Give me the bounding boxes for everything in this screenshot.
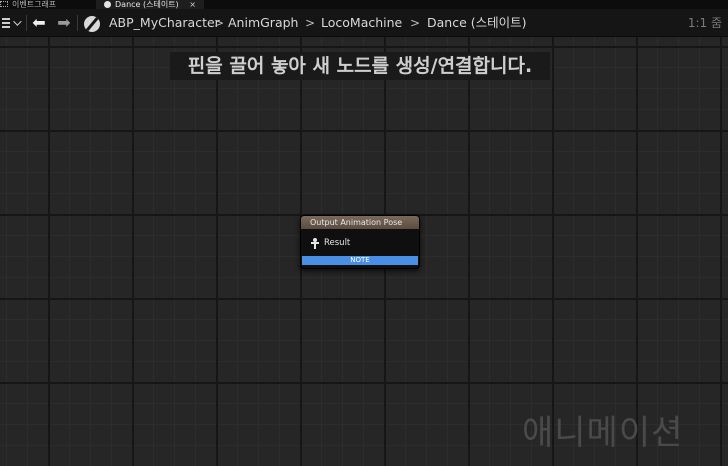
zoom-level: 1:1 줌: [687, 16, 722, 30]
breadcrumb-locomachine[interactable]: LocoMachine: [321, 9, 402, 37]
breadcrumb-animgraph[interactable]: AnimGraph: [228, 9, 298, 37]
arrow-right-icon: ➡: [57, 13, 71, 32]
breadcrumb-abp[interactable]: ABP_MyCharacter: [109, 9, 220, 37]
graph-type-watermark: 애니메이션: [522, 413, 684, 453]
graph-canvas[interactable]: 핀을 끌어 놓아 새 노드를 생성/연결합니다. Output Animatio…: [0, 37, 728, 466]
blueprint-icon: [84, 16, 100, 32]
event-graph-icon: [0, 1, 8, 7]
tab-dance-state[interactable]: Dance (스테이트) ×: [96, 0, 204, 9]
node-note-bar: NOTE: [302, 256, 418, 265]
result-pin[interactable]: Result: [310, 237, 350, 249]
breadcrumb-separator: >: [305, 16, 316, 30]
toolbar: ⬅ ➡ ABP_MyCharacter > AnimGraph > LocoMa…: [0, 9, 728, 37]
arrow-left-icon: ⬅: [32, 13, 46, 32]
graph-hint: 핀을 끌어 놓아 새 노드를 생성/연결합니다.: [170, 52, 550, 80]
node-title: Output Animation Pose: [301, 216, 419, 229]
back-button[interactable]: ⬅: [30, 9, 48, 37]
chevron-down-icon: [13, 17, 22, 26]
close-icon[interactable]: ×: [189, 0, 196, 9]
menu-icon: [2, 18, 10, 28]
breadcrumb-dance-state[interactable]: Dance (스테이트): [427, 9, 527, 37]
state-icon: [104, 1, 111, 8]
breadcrumb-separator: >: [214, 16, 225, 30]
output-animation-pose-node[interactable]: Output Animation Pose Result NOTE: [300, 215, 420, 269]
tab-label: 이벤트그래프: [12, 0, 57, 9]
divider: [26, 15, 27, 31]
tab-bar: 이벤트그래프 Dance (스테이트) ×: [0, 0, 728, 9]
pin-label: Result: [324, 238, 351, 248]
tab-event-graph[interactable]: 이벤트그래프: [0, 0, 56, 9]
breadcrumb-separator: >: [410, 16, 421, 30]
tab-label: Dance (스테이트): [115, 0, 179, 9]
pose-pin-icon: [310, 237, 320, 249]
graph-menu-button[interactable]: [0, 9, 24, 37]
divider: [77, 15, 78, 31]
forward-button[interactable]: ➡: [55, 9, 73, 37]
